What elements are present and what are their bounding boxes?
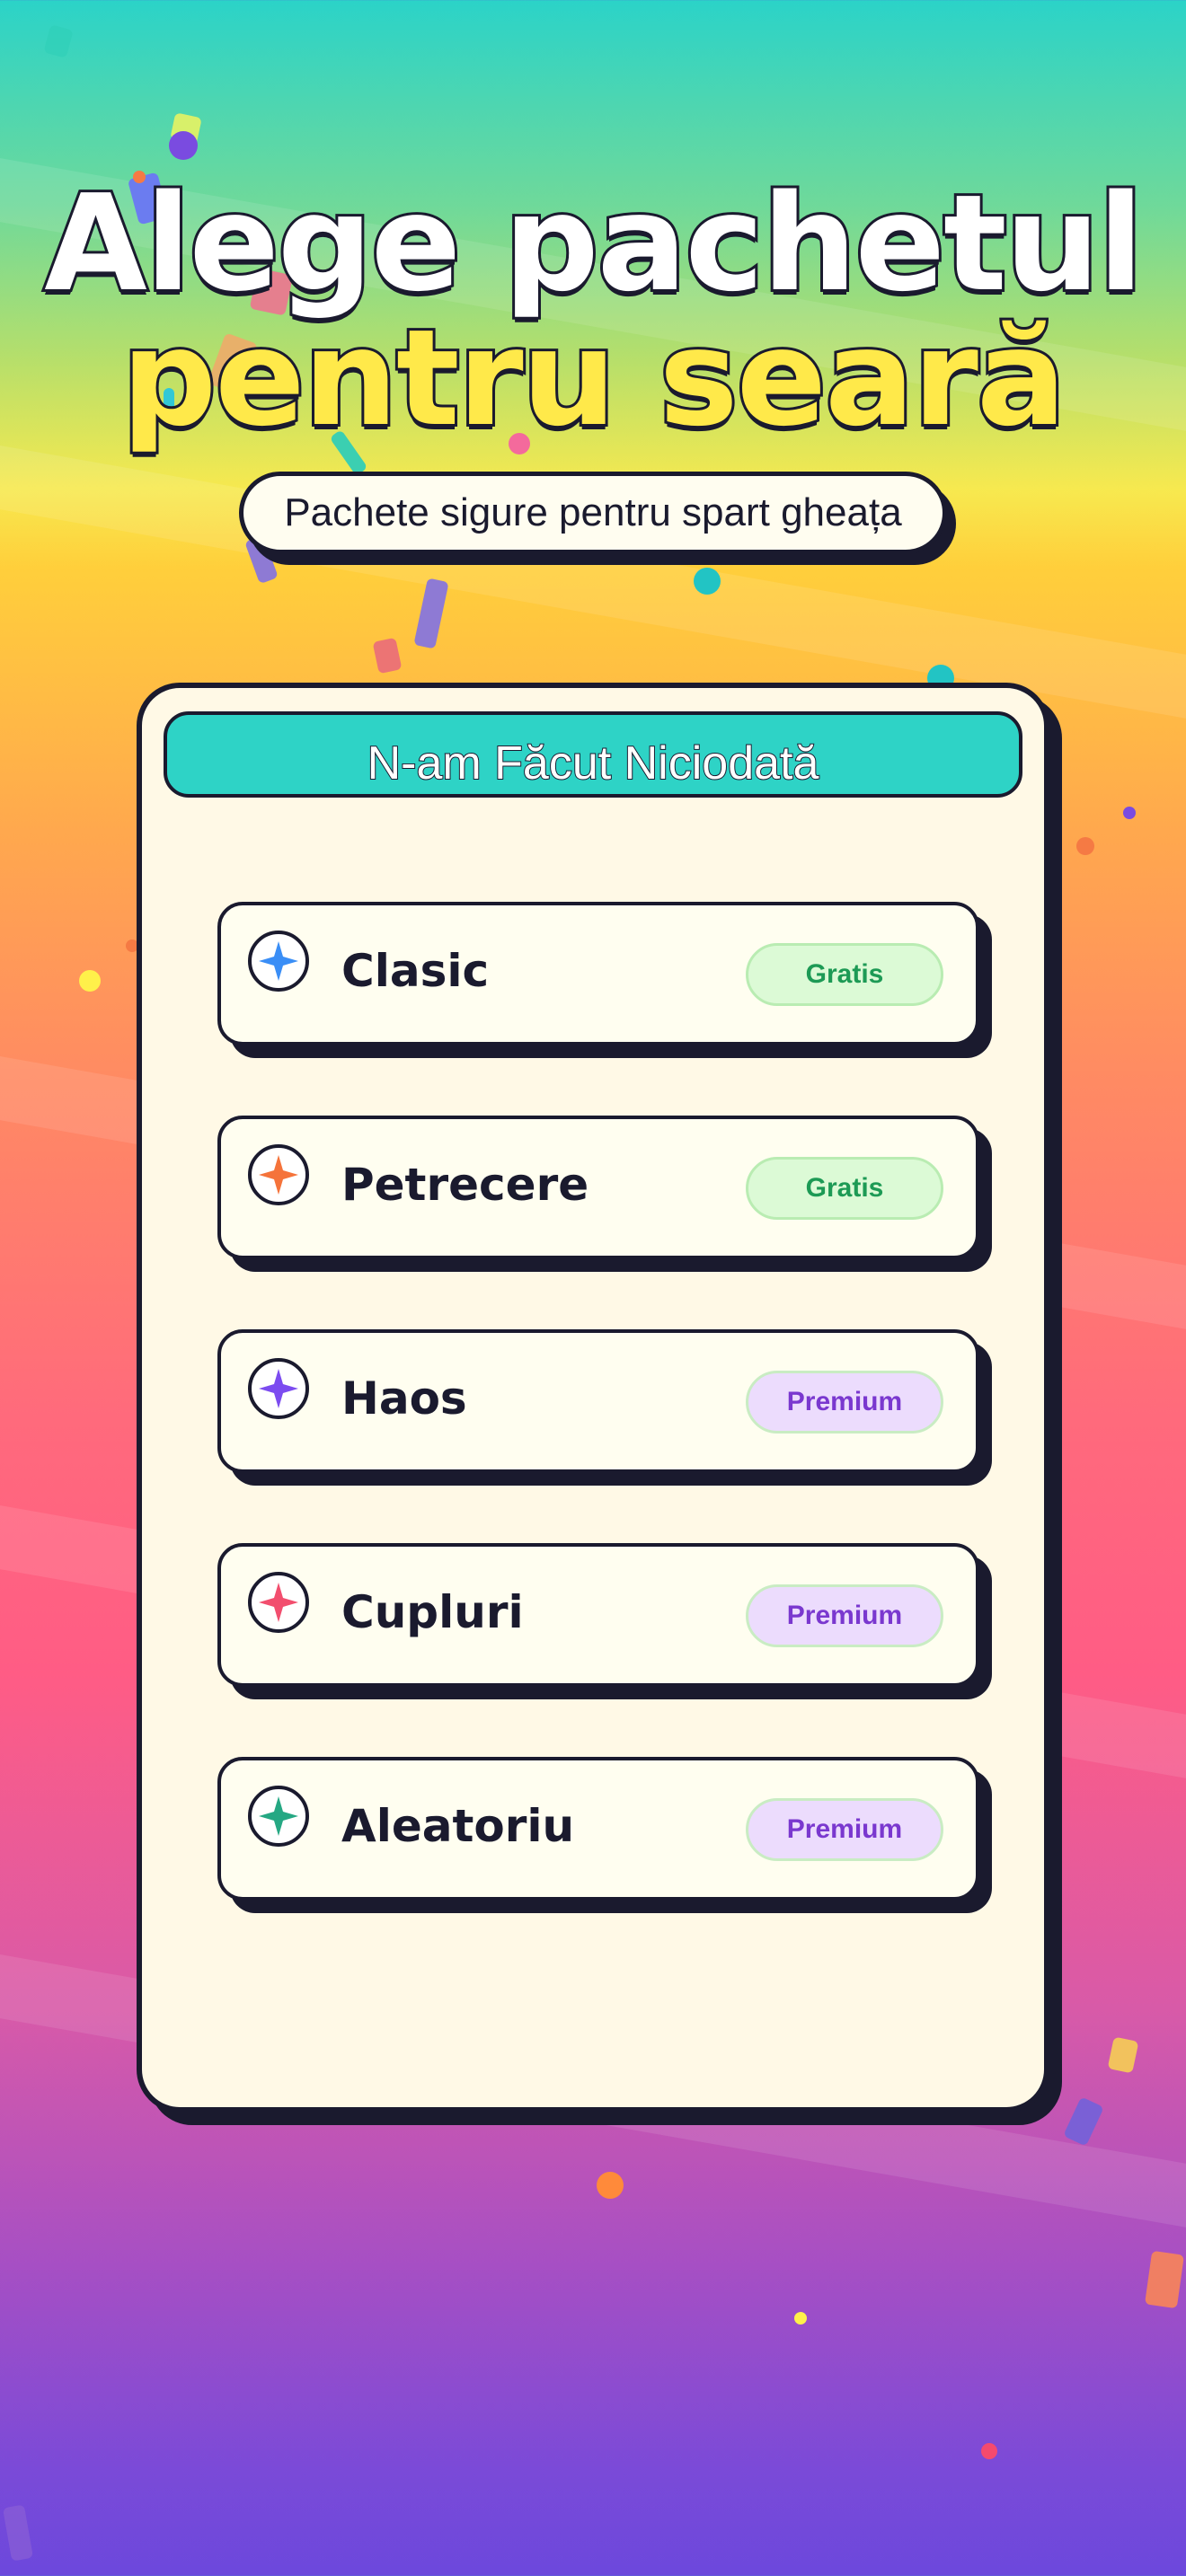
pack-label: Petrecere (341, 1159, 589, 1211)
game-name-header: N-am Făcut Niciodată (164, 711, 1022, 798)
free-badge: Gratis (746, 943, 943, 1006)
pack-label: Cupluri (341, 1586, 524, 1638)
free-badge: Gratis (746, 1157, 943, 1220)
pack-label: Clasic (341, 945, 490, 997)
page-title-line1: Alege pachetul (41, 163, 1146, 323)
sparkle-icon (248, 1144, 309, 1205)
sparkle-icon (248, 931, 309, 992)
sparkle-icon (248, 1572, 309, 1633)
subtitle-pill: Pachete sigure pentru spart gheața (239, 472, 947, 554)
pack-option-aleatoriu[interactable]: Aleatoriu Premium (217, 1757, 979, 1901)
subtitle-text: Pachete sigure pentru spart gheața (284, 490, 902, 534)
premium-badge: Premium (746, 1371, 943, 1434)
pack-option-cupluri[interactable]: Cupluri Premium (217, 1543, 979, 1687)
sparkle-icon (248, 1786, 309, 1847)
game-name: N-am Făcut Niciodată (367, 737, 820, 790)
premium-badge: Premium (746, 1584, 943, 1647)
pack-option-petrecere[interactable]: Petrecere Gratis (217, 1116, 979, 1259)
premium-badge: Premium (746, 1798, 943, 1861)
pack-option-haos[interactable]: Haos Premium (217, 1329, 979, 1473)
pack-label: Haos (341, 1372, 467, 1425)
pack-option-clasic[interactable]: Clasic Gratis (217, 902, 979, 1045)
pack-label: Aleatoriu (341, 1800, 575, 1852)
page-title-line2: pentru seară (119, 298, 1069, 458)
pack-selection-card: N-am Făcut Niciodată Clasic Gratis Petre… (137, 683, 1049, 2113)
sparkle-icon (248, 1358, 309, 1419)
